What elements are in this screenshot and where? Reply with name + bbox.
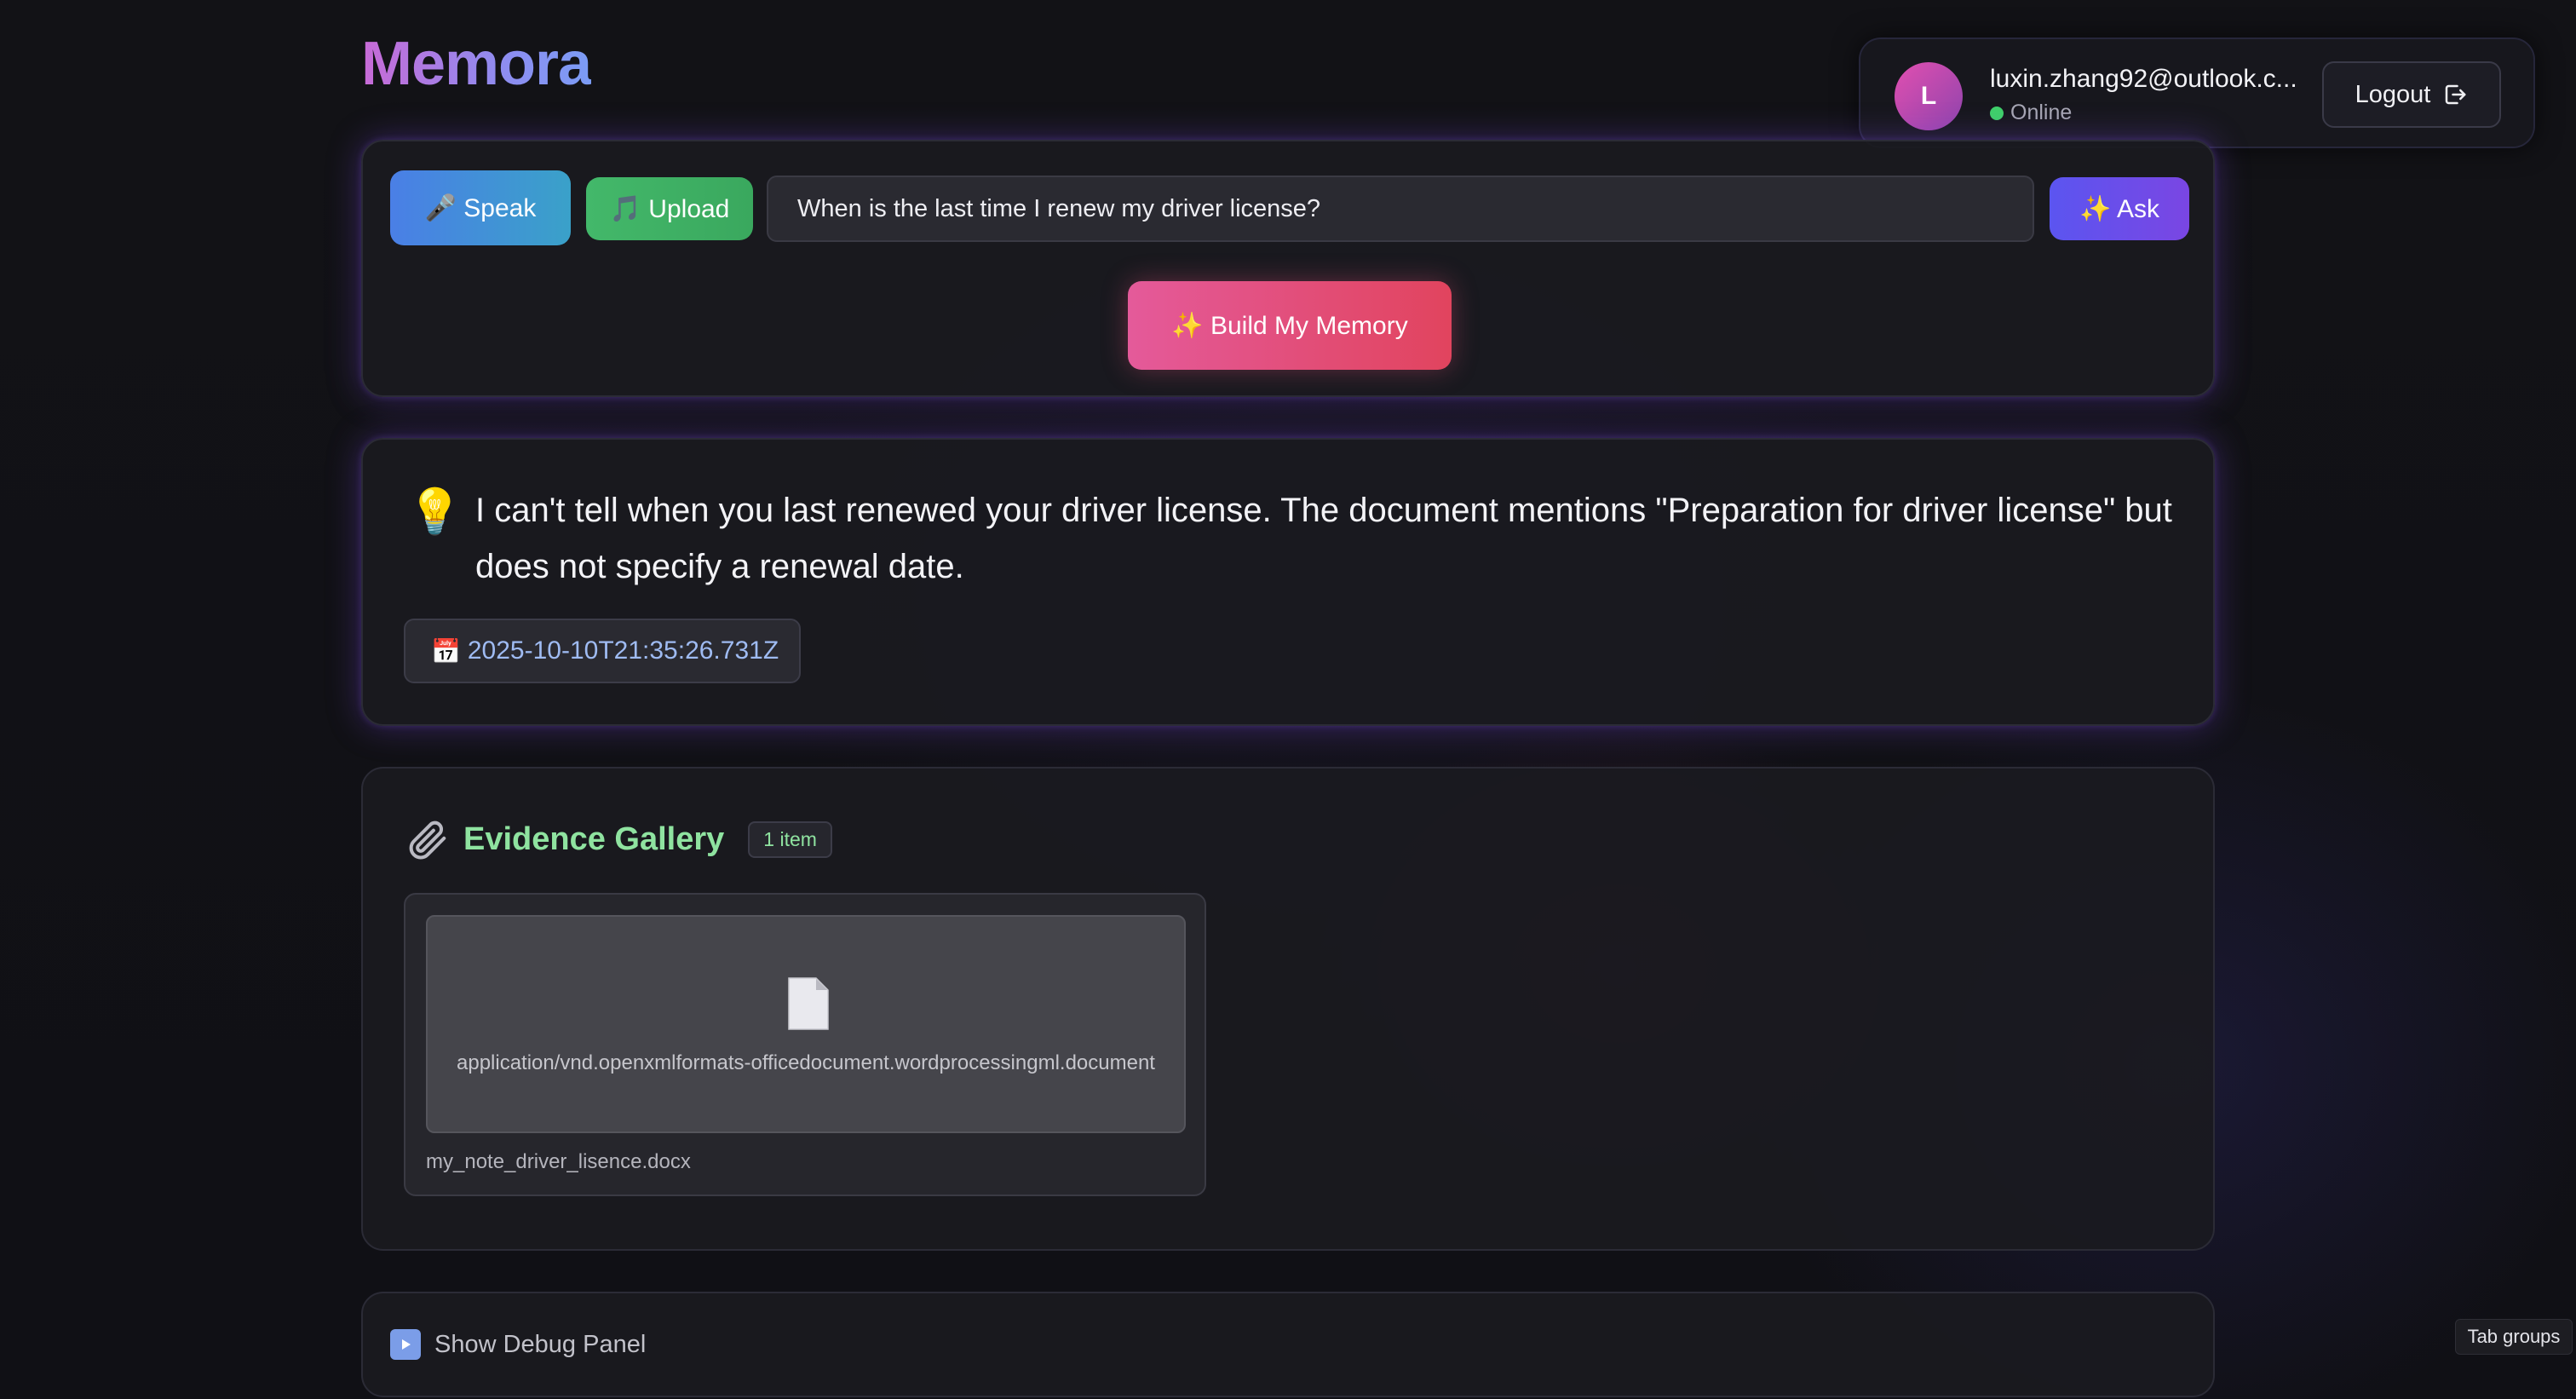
date-chip: 📅 2025-10-10T21:35:26.731Z xyxy=(404,619,801,683)
evidence-gallery-card: Evidence Gallery 1 item application/vnd.… xyxy=(361,767,2215,1251)
build-memory-button[interactable]: ✨ Build My Memory xyxy=(1128,281,1452,370)
upload-button[interactable]: 🎵 Upload xyxy=(586,177,753,240)
document-icon xyxy=(788,977,829,1030)
paperclip-icon xyxy=(409,820,446,860)
user-status: Online xyxy=(1990,101,2072,125)
file-preview[interactable]: application/vnd.openxmlformats-officedoc… xyxy=(426,915,1186,1133)
query-input[interactable] xyxy=(767,176,2034,242)
debug-label: Show Debug Panel xyxy=(434,1330,647,1358)
app-title: Memora xyxy=(361,30,592,98)
evidence-header: Evidence Gallery 1 item xyxy=(404,816,832,862)
lightbulb-icon: 💡 xyxy=(407,487,463,537)
logout-icon xyxy=(2446,84,2466,105)
avatar[interactable]: L xyxy=(1895,62,1963,130)
debug-panel-card: Show Debug Panel xyxy=(361,1292,2215,1397)
file-mime-type: application/vnd.openxmlformats-officedoc… xyxy=(457,1051,1155,1074)
answer-card: 💡 I can't tell when you last renewed you… xyxy=(361,438,2215,726)
speak-button[interactable]: 🎤 Speak xyxy=(390,170,571,245)
logout-label: Logout xyxy=(2355,80,2431,108)
file-name[interactable]: my_note_driver_lisence.docx xyxy=(426,1150,691,1174)
debug-toggle[interactable]: Show Debug Panel xyxy=(390,1329,646,1360)
ask-button[interactable]: ✨ Ask xyxy=(2050,177,2189,240)
answer-date: 2025-10-10T21:35:26.731Z xyxy=(467,636,779,665)
tab-groups-button[interactable]: Tab groups xyxy=(2455,1319,2573,1355)
play-icon xyxy=(390,1329,421,1360)
user-email: luxin.zhang92@outlook.c... xyxy=(1990,65,2297,93)
evidence-item[interactable]: application/vnd.openxmlformats-officedoc… xyxy=(404,893,1206,1196)
answer-text: I can't tell when you last renewed your … xyxy=(475,492,2172,585)
query-card: 🎤 Speak 🎵 Upload ✨ Ask ✨ Build My Memory xyxy=(361,140,2215,397)
user-panel: L luxin.zhang92@outlook.c... Online Logo… xyxy=(1859,37,2535,148)
logout-button[interactable]: Logout xyxy=(2322,61,2501,128)
status-text: Online xyxy=(2010,101,2073,124)
evidence-title: Evidence Gallery xyxy=(463,820,725,857)
online-status-dot-icon xyxy=(1990,106,2004,120)
item-count-badge: 1 item xyxy=(748,820,832,858)
calendar-icon: 📅 xyxy=(431,637,461,665)
